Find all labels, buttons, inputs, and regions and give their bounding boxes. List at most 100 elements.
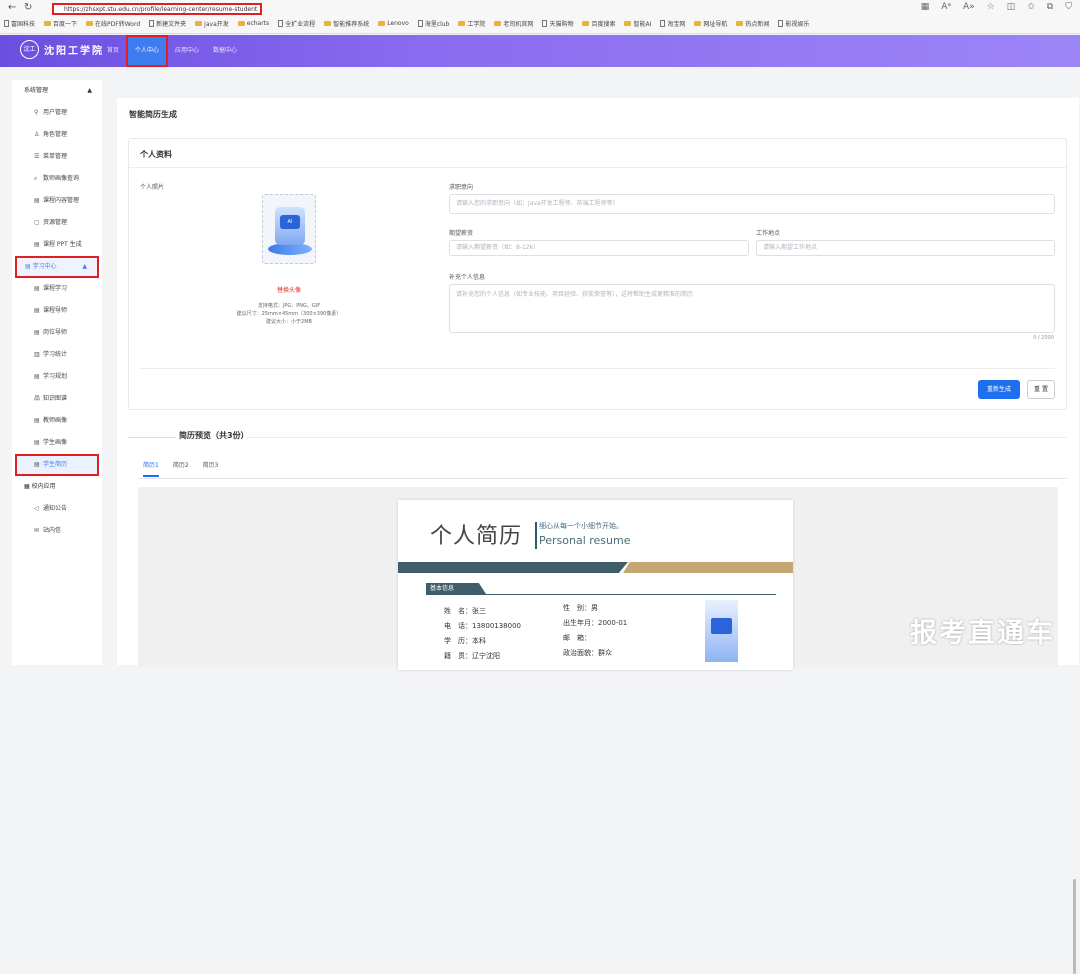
reader-icon[interactable]: Aᵃ: [941, 2, 951, 12]
preview-scrollbar[interactable]: [1073, 879, 1076, 974]
job-label: 求职意向: [449, 184, 474, 191]
sidebar-group-learning[interactable]: ▤ 学习中心 ▲: [15, 256, 99, 278]
resume-slogan: 细心从每一个小细节开始。: [539, 522, 623, 530]
bookmark-item[interactable]: 百度一下: [44, 19, 77, 28]
nav-personal-center[interactable]: 个人中心: [126, 35, 169, 67]
menu-icon: ☰: [34, 153, 40, 160]
bookmark-item[interactable]: Lenovo: [378, 19, 409, 28]
menu-icon: ⌕: [34, 175, 38, 182]
menu-icon: ◁: [34, 505, 39, 512]
bookmark-item[interactable]: 淘宝网: [660, 19, 685, 28]
bookmark-item[interactable]: 影视娱乐: [778, 19, 809, 28]
sidebar-item[interactable]: ▤ 教师画像: [12, 410, 102, 432]
ai-robot-icon: [711, 618, 732, 634]
tab-resume-1[interactable]: 简历1: [143, 460, 159, 477]
field-email: 邮 箱：: [563, 634, 591, 642]
folder-icon: [736, 21, 744, 26]
sidebar-item[interactable]: ⚲ 用户管理: [12, 102, 102, 124]
school-logo: 沈工: [20, 40, 39, 59]
favorites-icon[interactable]: ✩: [1027, 2, 1035, 12]
sidebar-group-campus[interactable]: ▦ 校内应用: [12, 476, 102, 498]
back-icon[interactable]: ←: [8, 2, 16, 13]
read-aloud-icon[interactable]: A»: [963, 2, 975, 12]
sidebar-item[interactable]: ▤ 课程内容管理: [12, 190, 102, 212]
menu-icon: ♙: [34, 131, 40, 138]
bookmark-item[interactable]: 富国科技: [4, 19, 35, 28]
sidebar-item[interactable]: ▢ 资源管理: [12, 212, 102, 234]
bookmark-item[interactable]: 百度搜索: [582, 19, 615, 28]
char-counter: 0 / 2000: [1033, 335, 1054, 341]
bookmark-item[interactable]: 新建文件夹: [149, 19, 186, 28]
photo-label: 个人照片: [140, 184, 165, 191]
bookmark-item[interactable]: 天猫购物: [542, 19, 573, 28]
nav-home[interactable]: 首页: [100, 35, 126, 67]
job-intention-input[interactable]: 请输入您的求职意向（如：Java开发工程师、前端工程师等）: [449, 194, 1055, 214]
bookmark-item[interactable]: 智能AI: [624, 19, 651, 28]
sidebar: 系统管理 ▲ ⚲ 用户管理 ♙ 角色管理 ☰ 菜单管理 ⌕ 数师画像查询 ▤ 课程内容管理 ▢ 资源管理…: [12, 80, 102, 665]
grid-icon[interactable]: ▦: [921, 2, 930, 12]
split-icon[interactable]: ◫: [1007, 2, 1016, 12]
grid-icon: ▦: [24, 483, 30, 490]
sidebar-item[interactable]: ⌕ 数师画像查询: [12, 168, 102, 190]
sidebar-item[interactable]: ✉ 站内信: [12, 520, 102, 542]
salary-input[interactable]: 请输入期望薪资（如：8-12k）: [449, 240, 749, 256]
nav-data-center[interactable]: 数据中心: [206, 35, 244, 67]
sidebar-item[interactable]: ▤ 学习规划: [12, 366, 102, 388]
nav-app-center[interactable]: 应用中心: [168, 35, 206, 67]
shield-icon[interactable]: ⛉: [1065, 2, 1072, 12]
sidebar-item[interactable]: 品知识图谱: [12, 388, 102, 410]
favorite-icon[interactable]: ☆: [987, 2, 995, 12]
extensions-icon[interactable]: ⧉: [1047, 2, 1053, 12]
menu-icon: ▤: [34, 439, 40, 446]
menu-icon: ▤: [34, 373, 40, 380]
photo-upload[interactable]: AI: [262, 194, 316, 264]
bookmark-item[interactable]: echarts: [237, 19, 269, 28]
reload-icon[interactable]: ↻: [24, 2, 32, 13]
sidebar-item[interactable]: ☰ 菜单管理: [12, 146, 102, 168]
menu-icon: ▢: [34, 219, 40, 226]
school-name: 沈阳工学院: [44, 46, 104, 57]
location-label: 工作地点: [756, 230, 781, 237]
sidebar-group-system[interactable]: 系统管理 ▲: [12, 80, 102, 102]
app-header: 沈工 沈阳工学院 首页 个人中心 应用中心 数据中心: [0, 35, 1080, 67]
page-icon: [4, 20, 9, 27]
bookmark-item[interactable]: 在线PDF转Word: [86, 19, 140, 28]
sidebar-item[interactable]: ▤ 课程 PPT 生成: [12, 234, 102, 256]
bookmark-item[interactable]: 海里club: [417, 19, 449, 28]
menu-icon: ✉: [34, 527, 40, 534]
bookmark-item[interactable]: 智能推荐系统: [324, 19, 369, 28]
menu-icon: ▤: [34, 197, 40, 204]
sidebar-item[interactable]: ▤ 学生画像: [12, 432, 102, 454]
folder-icon: [624, 21, 632, 26]
bookmark-item[interactable]: 工学院: [458, 19, 485, 28]
tab-resume-3[interactable]: 简历3: [203, 460, 219, 477]
watermark: 报考直通车: [910, 618, 1055, 649]
book-icon: ▤: [25, 263, 31, 270]
extra-info-label: 补充个人信息: [449, 274, 486, 281]
bookmark-item[interactable]: 全扩业流程: [278, 19, 315, 28]
tab-resume-2[interactable]: 简历2: [173, 460, 189, 477]
bookmark-item[interactable]: 老司机官网: [494, 19, 533, 28]
address-bar[interactable]: https://zhsxpt.stu.edu.cn/profile/learni…: [52, 3, 262, 15]
sidebar-item[interactable]: ▤ 课程学习: [12, 278, 102, 300]
chevron-up-icon: ▲: [82, 263, 87, 270]
resume-document: 个人简历 细心从每一个小细节开始。 Personal resume 基本信息 姓…: [398, 500, 793, 670]
bookmark-item[interactable]: java开发: [195, 19, 229, 28]
card-title: 个人资料: [140, 150, 172, 159]
field-education: 学 历：本科: [444, 637, 486, 645]
location-input[interactable]: 请输入期望工作地点: [756, 240, 1055, 256]
page-icon: [149, 20, 155, 27]
menu-icon: ▤: [34, 461, 40, 468]
sidebar-item[interactable]: ▤ 课程导师: [12, 300, 102, 322]
extra-info-textarea[interactable]: 请补充您的个人信息（如专业技能、项目经验、获奖荣誉等），这将帮助生成更精准的简历: [449, 284, 1055, 333]
bookmark-item[interactable]: 网址导航: [694, 19, 727, 28]
sidebar-item[interactable]: ▥ 学习统计: [12, 344, 102, 366]
regenerate-button[interactable]: 重新生成: [978, 380, 1020, 399]
sidebar-item[interactable]: ▤ 学生简历: [15, 454, 99, 476]
reset-button[interactable]: 重 置: [1027, 380, 1055, 399]
sidebar-item[interactable]: ♙ 角色管理: [12, 124, 102, 146]
sidebar-item[interactable]: ▤ 岗位导师: [12, 322, 102, 344]
sidebar-item[interactable]: ◁ 通知公告: [12, 498, 102, 520]
bookmark-item[interactable]: 热点新闻: [736, 19, 769, 28]
replace-avatar-link[interactable]: 替换头像: [277, 285, 301, 294]
